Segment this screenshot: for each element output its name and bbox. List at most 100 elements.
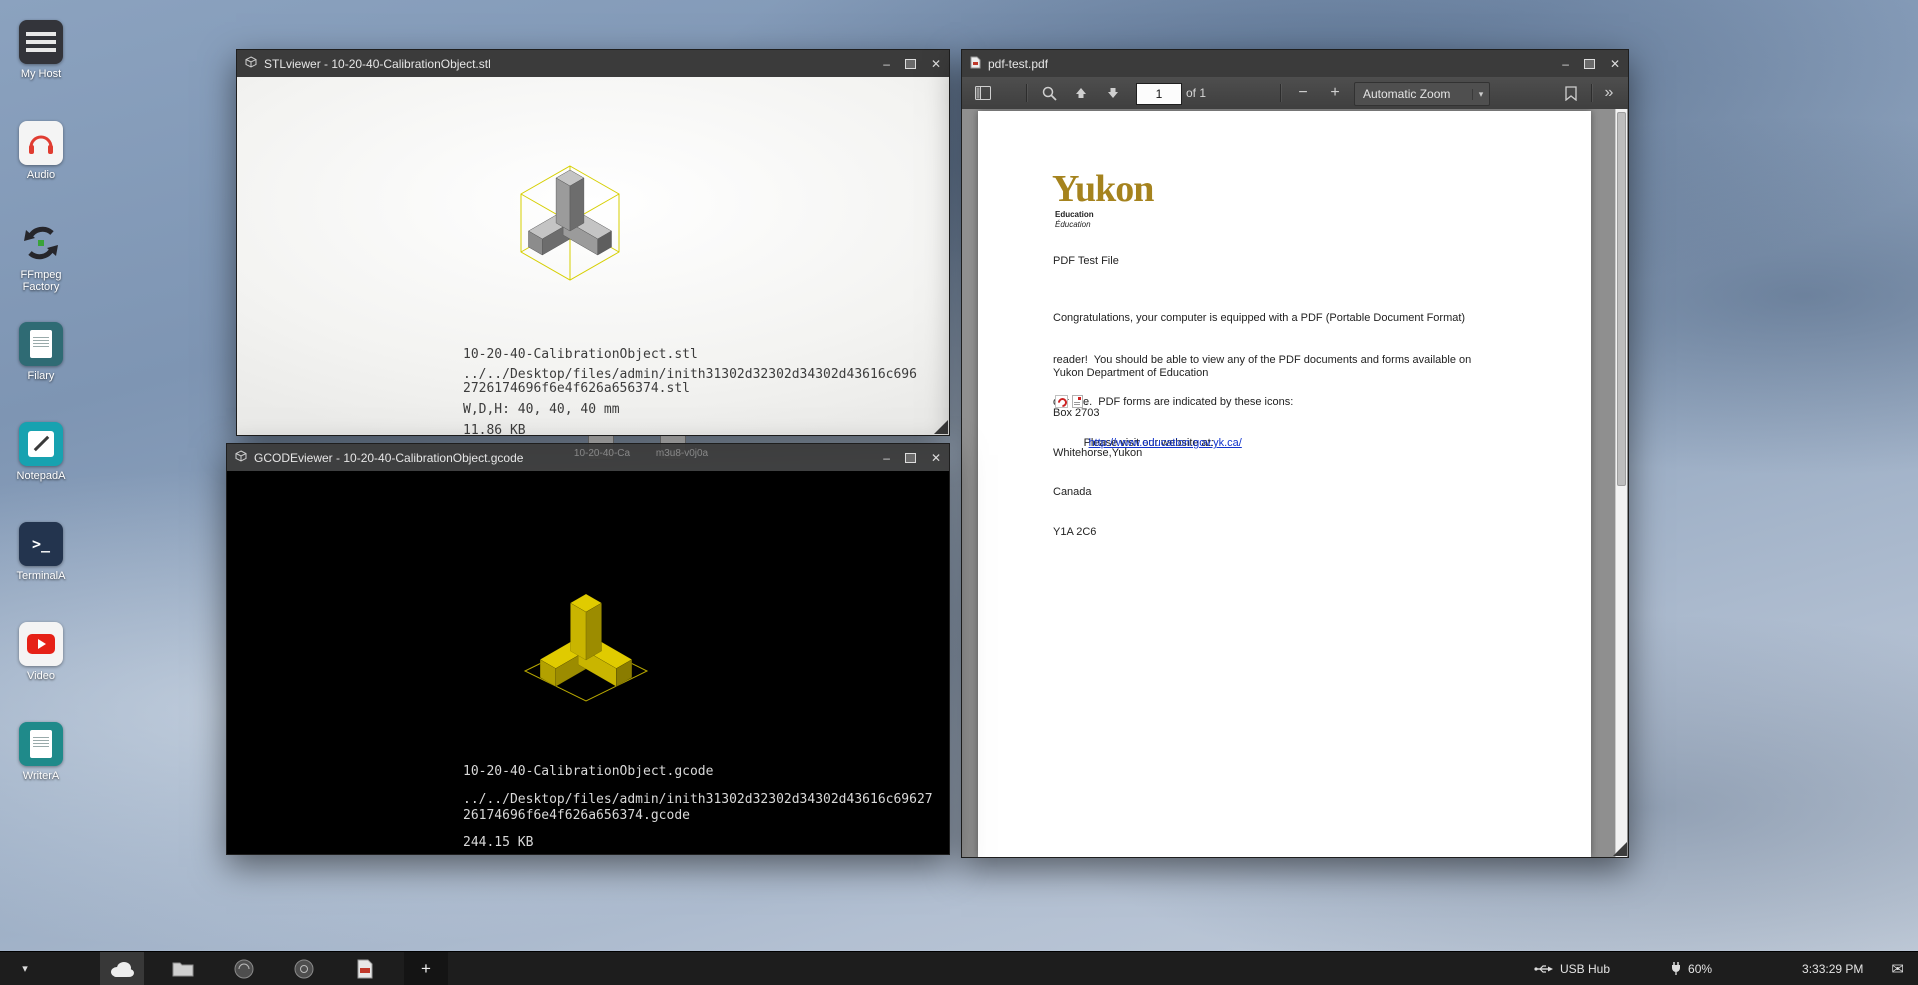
minimize-button[interactable]: –	[1562, 58, 1569, 70]
stlviewer-titlebar[interactable]: STLviewer - 10-20-40-CalibrationObject.s…	[237, 50, 949, 77]
stl-3d-canvas[interactable]: 10-20-40-CalibrationObject.stl ../../Des…	[237, 77, 949, 435]
desktop-icon-ffmpeg-factory[interactable]: FFmpeg Factory	[8, 221, 74, 293]
desktop-icon-filary[interactable]: Filary	[8, 322, 74, 382]
window-title: pdf-test.pdf	[988, 57, 1048, 71]
folder-icon	[172, 960, 194, 977]
page-number-input[interactable]	[1136, 83, 1182, 105]
notepada-icon	[19, 422, 63, 466]
taskbar-stlviewer-app[interactable]	[222, 952, 266, 985]
gcode-model-render	[511, 585, 661, 725]
stl-path-line1: ../../Desktop/files/admin/inith31302d323…	[463, 367, 917, 382]
maximize-button[interactable]	[905, 453, 916, 463]
usb-hub-tray-item[interactable]: USB Hub	[1534, 962, 1610, 976]
envelope-icon[interactable]: ✉	[1891, 960, 1904, 978]
power-plug-icon	[1670, 961, 1682, 976]
desktop-icon-my-host[interactable]: My Host	[8, 20, 74, 80]
my-host-icon	[19, 20, 63, 64]
document-heading: PDF Test File	[1053, 255, 1119, 267]
resize-grip[interactable]	[934, 420, 948, 434]
desktop-icon-terminala[interactable]: >_ TerminalA	[8, 522, 74, 582]
pdf-toolbar: of 1 − + Automatic Zoom ▾ »	[962, 77, 1628, 110]
chevron-down-icon: ▾	[22, 962, 28, 975]
taskbar-pdf-app[interactable]	[343, 952, 387, 985]
maximize-button[interactable]	[905, 59, 916, 69]
zoom-level-select[interactable]: Automatic Zoom ▾	[1354, 82, 1490, 106]
filary-icon	[19, 322, 63, 366]
stl-dimensions: W,D,H: 40, 40, 40 mm	[463, 402, 620, 417]
gcodeviewer-window: GCODEviewer - 10-20-40-CalibrationObject…	[226, 443, 950, 855]
desktop-icon-label: Filary	[8, 370, 74, 382]
next-page-button[interactable]	[1100, 80, 1126, 106]
toolbar-more-button[interactable]: »	[1596, 80, 1622, 106]
viewer-app-icon	[233, 958, 255, 980]
zoom-out-button[interactable]: −	[1290, 80, 1316, 106]
pdf-document-icon	[357, 959, 373, 979]
desktop-icon-label: My Host	[8, 68, 74, 80]
desktop-file-label: 10-20-40-Ca	[560, 448, 644, 459]
search-button[interactable]	[1036, 80, 1062, 106]
desktop-icon-writera[interactable]: WriterA	[8, 722, 74, 782]
resize-grip[interactable]	[1613, 842, 1627, 856]
desktop-icon-label: Audio	[8, 169, 74, 181]
desktop-icon-audio[interactable]: Audio	[8, 121, 74, 181]
taskbar-gcodeviewer-app[interactable]	[282, 952, 326, 985]
pdf-viewer-area: Yukon Education Éducation PDF Test File …	[962, 109, 1628, 857]
clock[interactable]: 3:33:29 PM	[1802, 962, 1863, 976]
minimize-button[interactable]: –	[883, 58, 890, 70]
scrollbar[interactable]	[1615, 109, 1627, 857]
logo-subtitle-en: Education	[1055, 210, 1094, 219]
taskbar-add-button[interactable]: +	[404, 952, 448, 985]
website-link[interactable]: http://www.education.gov.yk.ca/	[1089, 437, 1242, 449]
stl-model-render	[505, 152, 635, 302]
pdf-viewer-window: pdf-test.pdf – ✕ of 1 −	[961, 49, 1629, 858]
minimize-button[interactable]: –	[883, 452, 890, 464]
viewer-app-icon	[293, 958, 315, 980]
maximize-button[interactable]	[1584, 59, 1595, 69]
zoom-in-button[interactable]: +	[1322, 80, 1348, 106]
stlviewer-window: STLviewer - 10-20-40-CalibrationObject.s…	[236, 49, 950, 436]
plus-icon: +	[421, 959, 431, 979]
bookmark-button[interactable]	[1558, 80, 1584, 106]
stl-path-line2: 2726174696f6e4f626a656374.stl	[463, 381, 690, 396]
website-line: Please visit our website at:http://www.e…	[1053, 425, 1084, 461]
terminala-icon: >_	[19, 522, 63, 566]
desktop-icon-label: NotepadA	[8, 470, 74, 482]
usb-hub-label: USB Hub	[1560, 962, 1610, 976]
desktop-icon-label: Video	[8, 670, 74, 682]
maximize-icon	[1584, 59, 1595, 69]
close-button[interactable]: ✕	[1610, 58, 1620, 70]
desktop-icon-video[interactable]: Video	[8, 622, 74, 682]
desktop-icon-label: TerminalA	[8, 570, 74, 582]
taskbar-menu-button[interactable]: ▾	[12, 952, 38, 985]
address-line: Yukon Department of Education	[1053, 367, 1208, 380]
gcodeviewer-app-icon	[235, 450, 247, 465]
video-icon	[19, 622, 63, 666]
gcode-path-line2: 26174696f6e4f626a656374.gcode	[463, 808, 690, 823]
taskbar-cloud-app[interactable]	[100, 952, 144, 985]
pdf-titlebar[interactable]: pdf-test.pdf – ✕	[962, 50, 1628, 77]
maximize-icon	[905, 59, 916, 69]
usb-icon	[1534, 963, 1554, 975]
stl-filename: 10-20-40-CalibrationObject.stl	[463, 347, 698, 362]
close-button[interactable]: ✕	[931, 58, 941, 70]
close-button[interactable]: ✕	[931, 452, 941, 464]
taskbar: ▾ + USB Hub 60% 3:33:29 P	[0, 951, 1918, 985]
power-tray-item[interactable]: 60%	[1670, 961, 1712, 976]
scrollbar-thumb[interactable]	[1617, 112, 1626, 486]
toolbar-separator	[1591, 84, 1592, 102]
taskbar-file-manager[interactable]	[161, 952, 205, 985]
stl-filesize: 11.86 KB	[463, 423, 526, 438]
desktop-icon-notepada[interactable]: NotepadA	[8, 422, 74, 482]
desktop: My Host Audio FFmpeg Factory Filary Note…	[0, 0, 1918, 985]
zoom-level-value: Automatic Zoom	[1355, 87, 1472, 101]
desktop-file-label: m3u8-v0j0a	[638, 448, 726, 459]
previous-page-button[interactable]	[1068, 80, 1094, 106]
address-line: Canada	[1053, 486, 1208, 499]
desktop-icon-label: WriterA	[8, 770, 74, 782]
gcode-path-line1: ../../Desktop/files/admin/inith31302d323…	[463, 792, 933, 807]
toolbar-separator	[1026, 84, 1027, 102]
maximize-icon	[905, 453, 916, 463]
sidebar-toggle-button[interactable]	[970, 80, 996, 106]
gcode-3d-canvas[interactable]: 10-20-40-CalibrationObject.gcode ../../D…	[227, 471, 949, 854]
logo-subtitle-fr: Éducation	[1055, 220, 1091, 229]
